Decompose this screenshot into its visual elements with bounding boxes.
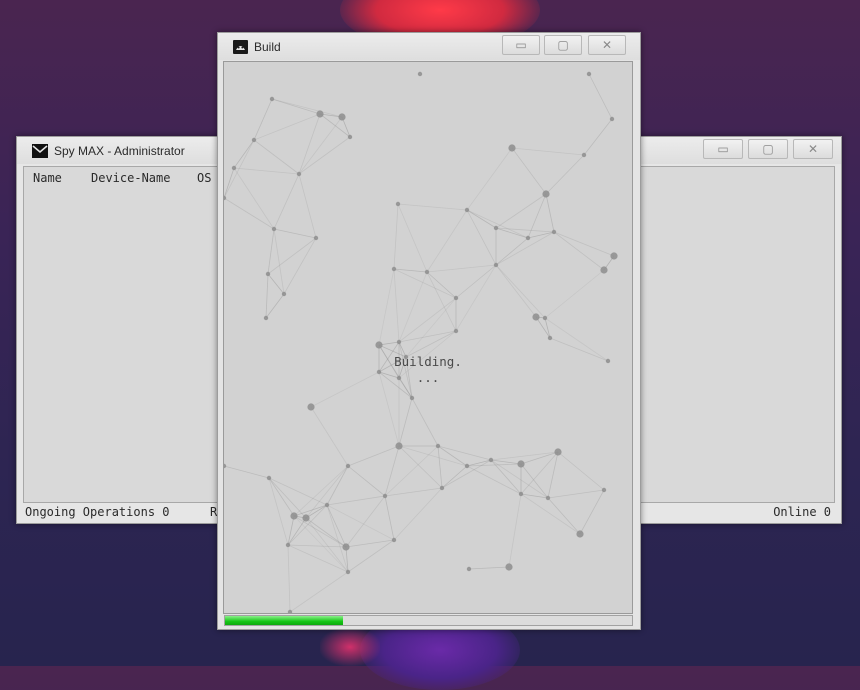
ongoing-operations-status: Ongoing Operations 0 — [25, 505, 170, 519]
android-icon — [233, 39, 248, 54]
build-titlebar[interactable]: Build ▭ ▢ ✕ — [218, 33, 640, 60]
build-window-title: Build — [254, 39, 281, 54]
envelope-icon — [32, 143, 48, 158]
maximize-button[interactable]: ▢ — [748, 139, 788, 159]
background-glow — [320, 628, 380, 666]
column-header-device-name[interactable]: Device-Name — [91, 171, 170, 185]
build-progress-fill — [225, 616, 344, 625]
build-status: Building. ... — [224, 354, 632, 386]
build-status-line1: Building. — [394, 354, 462, 369]
main-window-title: Spy MAX - Administrator — [54, 143, 185, 158]
build-progress-bar — [224, 615, 633, 626]
maximize-button[interactable]: ▢ — [544, 35, 582, 55]
build-window[interactable]: Build ▭ ▢ ✕ Building. ... — [217, 32, 641, 630]
build-status-line2: ... — [416, 370, 440, 385]
online-status: Online 0 — [773, 505, 831, 519]
close-button[interactable]: ✕ — [793, 139, 833, 159]
column-header-os[interactable]: OS — [197, 171, 211, 185]
build-canvas: Building. ... — [223, 61, 633, 614]
column-header-name[interactable]: Name — [33, 171, 62, 185]
network-animation — [224, 71, 618, 613]
minimize-button[interactable]: ▭ — [703, 139, 743, 159]
minimize-button[interactable]: ▭ — [502, 35, 540, 55]
close-button[interactable]: ✕ — [588, 35, 626, 55]
